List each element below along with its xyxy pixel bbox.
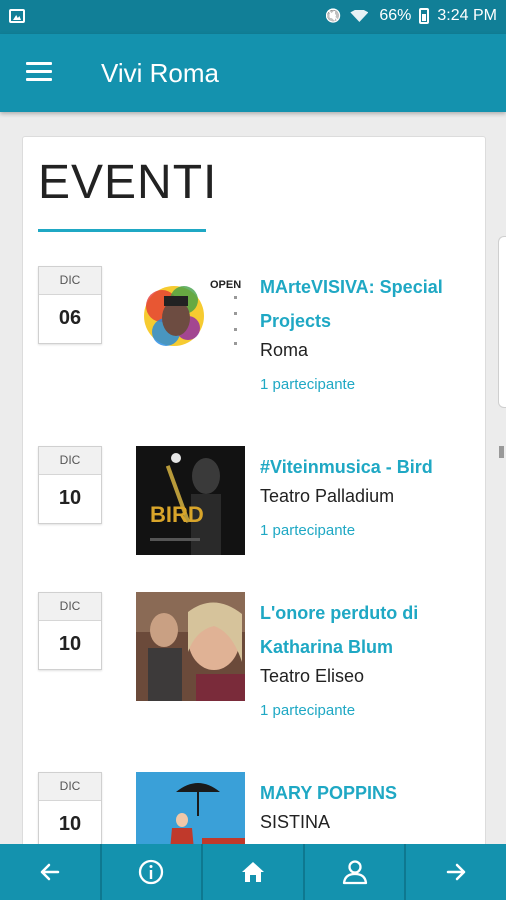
events-card: EVENTI DIC 06 OPEN MArteVISIVA: Special …: [22, 136, 486, 898]
event-title[interactable]: MArteVISIVA: Special Projects: [260, 270, 475, 338]
event-thumbnail[interactable]: BIRD: [136, 446, 245, 555]
image-notification-icon: [9, 9, 25, 23]
event-participants[interactable]: 1 partecipante: [260, 522, 355, 539]
event-place: SISTINA: [260, 812, 331, 832]
arrow-right-icon: [446, 863, 466, 881]
thumb-bird-text: BIRD: [150, 502, 204, 527]
event-place: Teatro Palladium: [260, 486, 395, 506]
date-month: DIC: [39, 773, 101, 801]
date-day: 06: [58, 307, 82, 329]
scroll-indicator: [499, 446, 504, 458]
date-month: DIC: [39, 447, 101, 475]
date-month: DIC: [39, 267, 101, 295]
status-bar: 66% 3:24 PM: [0, 0, 506, 34]
info-icon: [139, 859, 164, 885]
event-place: Teatro Eliseo: [260, 666, 365, 686]
arrow-left-icon: [40, 863, 60, 881]
user-icon: [342, 860, 367, 885]
event-title[interactable]: #Viteinmusica - Bird: [260, 450, 475, 484]
date-badge: DIC 10: [38, 772, 102, 850]
mute-icon: [325, 8, 341, 24]
event-title[interactable]: MARY POPPINS: [260, 776, 475, 810]
event-participants[interactable]: 1 partecipante: [260, 702, 355, 719]
app-bar: Vivi Roma: [0, 34, 506, 112]
battery-percent: 66%: [379, 7, 412, 24]
date-month: DIC: [39, 593, 101, 621]
nav-back-button[interactable]: [0, 844, 102, 900]
nav-home-button[interactable]: [203, 844, 305, 900]
battery-icon: [419, 8, 430, 24]
date-day: 10: [58, 813, 82, 835]
wifi-icon: [349, 8, 371, 24]
date-badge: DIC 06: [38, 266, 102, 344]
status-icons: 66% 3:24 PM: [325, 7, 497, 25]
nav-forward-button[interactable]: [406, 844, 506, 900]
section-title: EVENTI: [38, 156, 218, 209]
thumb-open-text: OPEN: [210, 279, 241, 291]
bottom-nav: [0, 844, 506, 900]
side-drawer-handle[interactable]: [498, 236, 506, 408]
date-day: 10: [58, 487, 82, 509]
hamburger-menu-icon[interactable]: [26, 62, 52, 82]
date-badge: DIC 10: [38, 446, 102, 524]
event-place: Roma: [260, 340, 309, 360]
event-participants[interactable]: 1 partecipante: [260, 376, 355, 393]
date-day: 10: [58, 633, 82, 655]
clock: 3:24 PM: [437, 7, 497, 24]
nav-profile-button[interactable]: [305, 844, 407, 900]
event-title[interactable]: L'onore perduto di Katharina Blum: [260, 596, 475, 664]
date-badge: DIC 10: [38, 592, 102, 670]
title-underline: [38, 229, 206, 232]
nav-info-button[interactable]: [102, 844, 204, 900]
app-title: Vivi Roma: [101, 58, 220, 88]
event-thumbnail[interactable]: [136, 592, 245, 701]
home-icon: [241, 862, 264, 882]
event-thumbnail[interactable]: OPEN: [136, 266, 245, 375]
